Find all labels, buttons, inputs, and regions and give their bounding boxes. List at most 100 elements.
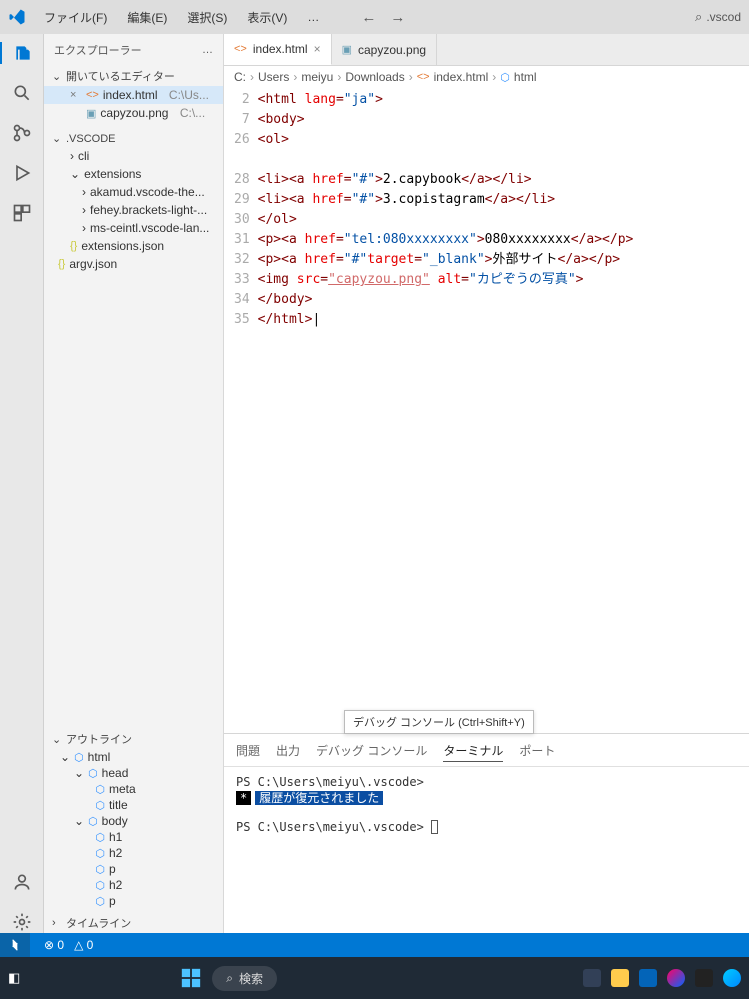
close-icon[interactable]: × <box>314 42 321 56</box>
outline-node[interactable]: ⬡ p <box>44 861 223 877</box>
title-bar: ファイル(F) 編集(E) 選択(S) 表示(V) … ← → ⌕ .vscod <box>0 0 749 34</box>
close-icon[interactable]: × <box>70 89 82 101</box>
menu-edit[interactable]: 編集(E) <box>119 5 175 30</box>
settings-gear-icon[interactable] <box>11 911 33 933</box>
bottom-panel: デバッグ コンソール (Ctrl+Shift+Y) 問題 出力 デバッグ コンソ… <box>224 733 749 933</box>
taskbar-search[interactable]: ⌕ 検索 <box>212 966 277 991</box>
menu-more[interactable]: … <box>299 6 327 28</box>
terminal[interactable]: PS C:\Users\meiyu\.vscode> *履歴が復元されました P… <box>224 767 749 933</box>
folder-item[interactable]: › akamud.vscode-the... <box>44 183 223 201</box>
spacer-icon <box>70 107 82 119</box>
symbol-icon: ⬡ <box>95 847 105 860</box>
chevron-down-icon: ⌄ <box>60 750 70 764</box>
nav-forward-icon[interactable]: → <box>390 9 405 26</box>
open-editor-index-html[interactable]: × <> index.html C:\Us... <box>44 86 223 104</box>
panel-tab-terminal[interactable]: ターミナル <box>443 740 503 762</box>
menu-file[interactable]: ファイル(F) <box>36 5 115 30</box>
vscode-logo-icon <box>8 8 26 26</box>
symbol-icon: ⬡ <box>74 751 84 764</box>
tab-index-html[interactable]: <> index.html × <box>224 34 332 65</box>
folder-item[interactable]: › ms-ceintl.vscode-lan... <box>44 219 223 237</box>
open-editors-section[interactable]: ⌄ 開いているエディター <box>44 66 223 86</box>
debug-icon[interactable] <box>11 162 33 184</box>
folder-item[interactable]: › cli <box>44 147 223 165</box>
extensions-icon[interactable] <box>11 202 33 224</box>
chevron-down-icon: ⌄ <box>52 132 62 145</box>
chevron-right-icon: › <box>492 70 496 84</box>
json-file-icon: {} <box>70 240 77 252</box>
nav-back-icon[interactable]: ← <box>361 9 376 26</box>
json-file-icon: {} <box>58 258 65 270</box>
outline-node[interactable]: ⬡ p <box>44 893 223 909</box>
outline-node[interactable]: ⬡ meta <box>44 781 223 797</box>
source-control-icon[interactable] <box>11 122 33 144</box>
symbol-icon: ⬡ <box>95 879 105 892</box>
chevron-right-icon: › <box>82 203 86 217</box>
menu-view[interactable]: 表示(V) <box>239 5 295 30</box>
editor-tabs: <> index.html × ▣ capyzou.png <box>224 34 749 66</box>
outline-node[interactable]: ⌄⬡ head <box>44 765 223 781</box>
line-gutter: 27262829303132333435 <box>224 88 258 733</box>
outline-node[interactable]: ⬡ h1 <box>44 829 223 845</box>
account-icon[interactable] <box>11 871 33 893</box>
history-star-icon: * <box>236 791 251 805</box>
panel-tab-problems[interactable]: 問題 <box>236 740 260 762</box>
command-search[interactable]: ⌕ .vscod <box>695 9 741 25</box>
outline-node[interactable]: ⌄⬡ body <box>44 813 223 829</box>
windows-start-icon[interactable] <box>180 967 202 989</box>
panel-tab-output[interactable]: 出力 <box>276 740 300 762</box>
chevron-right-icon: › <box>82 221 86 235</box>
outline-node[interactable]: ⬡ title <box>44 797 223 813</box>
taskbar-outlook-icon[interactable] <box>639 969 657 987</box>
code-editor[interactable]: 27262829303132333435 <html lang="ja"><bo… <box>224 88 749 733</box>
nav-arrows: ← → <box>361 9 405 26</box>
taskbar-app-icon[interactable] <box>583 969 601 987</box>
timeline-section[interactable]: › タイムライン <box>44 913 223 933</box>
taskbar-edge-icon[interactable] <box>723 969 741 987</box>
html-file-icon: <> <box>234 43 247 55</box>
symbol-icon: ⬡ <box>88 767 98 780</box>
taskbar-copilot-icon[interactable] <box>667 969 685 987</box>
status-errors[interactable]: ⊗ 0 <box>44 938 64 952</box>
sidebar-more-icon[interactable]: … <box>202 44 213 56</box>
open-editor-capyzou[interactable]: ▣ capyzou.png C:\... <box>44 104 223 122</box>
chevron-right-icon: › <box>82 185 86 199</box>
breadcrumb-segment[interactable]: Downloads <box>345 70 404 84</box>
html-file-icon: <> <box>86 89 99 101</box>
taskbar-explorer-icon[interactable] <box>611 969 629 987</box>
menu-select[interactable]: 選択(S) <box>179 5 235 30</box>
folder-section[interactable]: ⌄ .VSCODE <box>44 130 223 147</box>
search-activity-icon[interactable] <box>11 82 33 104</box>
breadcrumb-segment[interactable]: html <box>514 70 537 84</box>
folder-item[interactable]: ⌄ extensions <box>44 165 223 183</box>
html-file-icon: <> <box>417 71 430 83</box>
symbol-icon: ⬡ <box>95 831 105 844</box>
symbol-icon: ⬡ <box>88 815 98 828</box>
explorer-icon[interactable] <box>0 42 43 64</box>
status-warnings[interactable]: △ 0 <box>74 938 93 952</box>
search-icon: ⌕ <box>695 9 702 25</box>
taskbar-widget-icon[interactable]: ◧ <box>8 970 20 986</box>
outline-node[interactable]: ⌄⬡ html <box>44 749 223 765</box>
panel-tab-debug[interactable]: デバッグ コンソール <box>316 740 427 762</box>
panel-tab-ports[interactable]: ポート <box>519 740 555 762</box>
tab-capyzou[interactable]: ▣ capyzou.png <box>332 34 437 65</box>
outline-section[interactable]: ⌄ アウトライン <box>44 729 223 749</box>
chevron-right-icon: › <box>293 70 297 84</box>
breadcrumb[interactable]: C:›Users›meiyu›Downloads›<>index.html›⬡h… <box>224 66 749 88</box>
folder-item[interactable]: {} argv.json <box>44 255 223 273</box>
folder-item[interactable]: › fehey.brackets-light-... <box>44 201 223 219</box>
breadcrumb-segment[interactable]: meiyu <box>301 70 333 84</box>
sidebar-title: エクスプローラー <box>54 42 142 58</box>
remote-indicator-icon[interactable] <box>0 933 30 957</box>
breadcrumb-segment[interactable]: C: <box>234 70 246 84</box>
taskbar-terminal-icon[interactable] <box>695 969 713 987</box>
folder-item[interactable]: {} extensions.json <box>44 237 223 255</box>
outline-node[interactable]: ⬡ h2 <box>44 845 223 861</box>
outline-node[interactable]: ⬡ h2 <box>44 877 223 893</box>
breadcrumb-segment[interactable]: index.html <box>434 70 489 84</box>
code-content[interactable]: <html lang="ja"><body><ol> <li><a href="… <box>258 88 642 733</box>
symbol-icon: ⬡ <box>500 71 510 84</box>
breadcrumb-segment[interactable]: Users <box>258 70 289 84</box>
chevron-right-icon: › <box>70 149 74 163</box>
